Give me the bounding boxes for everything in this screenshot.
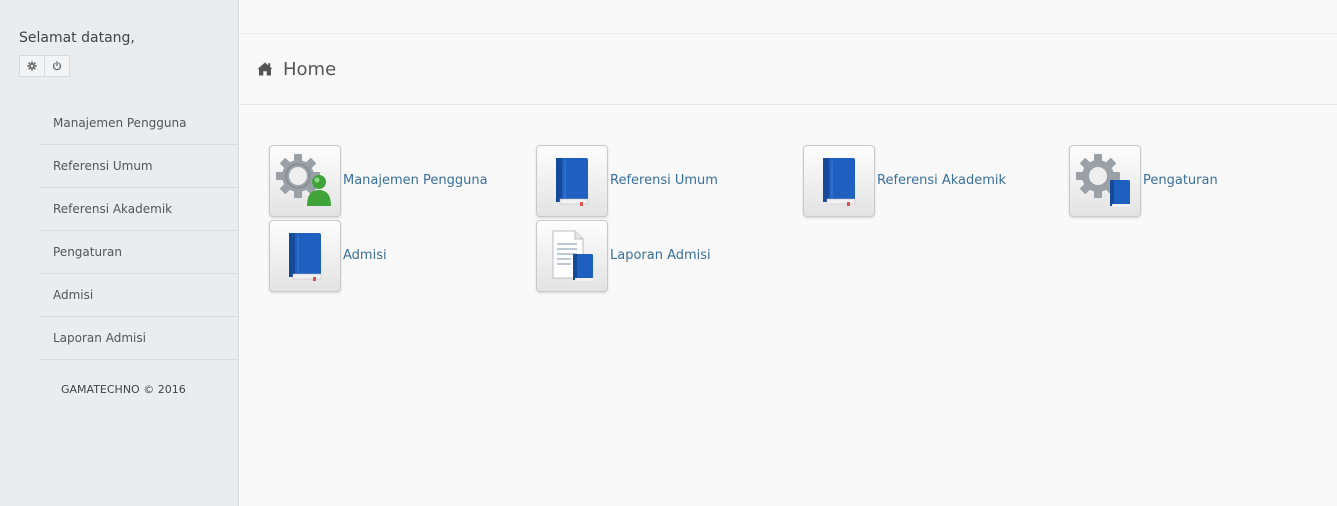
sidebar-item-referensi-akademik[interactable]: Referensi Akademik xyxy=(40,188,238,231)
tile-icon-box xyxy=(536,219,608,292)
sidebar-actions xyxy=(19,55,70,77)
gear-user-icon xyxy=(276,153,331,206)
gear-book-icon xyxy=(1076,153,1130,207)
top-bar xyxy=(239,0,1337,34)
book-icon xyxy=(823,157,856,206)
tile-referensi-umum[interactable]: Referensi Umum xyxy=(536,143,803,218)
book-icon xyxy=(289,232,322,281)
copyright-footer: GAMATECHNO © 2016 xyxy=(61,383,186,396)
tile-label[interactable]: Admisi xyxy=(343,248,387,263)
sidebar-item-admisi[interactable]: Admisi xyxy=(40,274,238,317)
tile-icon-box xyxy=(269,219,341,292)
tile-icon-box xyxy=(536,144,608,217)
home-icon xyxy=(257,62,273,76)
gear-icon xyxy=(27,61,37,71)
sidebar-item-pengaturan[interactable]: Pengaturan xyxy=(40,231,238,274)
tile-admisi[interactable]: Admisi xyxy=(269,218,536,293)
sidebar-item-referensi-umum[interactable]: Referensi Umum xyxy=(40,145,238,188)
tile-icon-box xyxy=(269,144,341,217)
tile-label[interactable]: Pengaturan xyxy=(1143,173,1218,188)
tile-label[interactable]: Laporan Admisi xyxy=(610,248,711,263)
module-tiles: Manajemen Pengguna Referensi Umum Refere… xyxy=(269,143,1329,293)
tile-label[interactable]: Referensi Umum xyxy=(610,173,718,188)
welcome-text: Selamat datang, xyxy=(19,30,135,46)
sidebar: Selamat datang, Manajemen Pengguna Refer… xyxy=(0,0,239,506)
logout-button[interactable] xyxy=(45,55,70,77)
sidebar-item-laporan-admisi[interactable]: Laporan Admisi xyxy=(40,317,238,360)
settings-button[interactable] xyxy=(19,55,45,77)
tile-manajemen-pengguna[interactable]: Manajemen Pengguna xyxy=(269,143,536,218)
sidebar-nav: Manajemen Pengguna Referensi Umum Refere… xyxy=(40,102,238,360)
tile-label[interactable]: Referensi Akademik xyxy=(877,173,1006,188)
tile-icon-box xyxy=(1069,144,1141,217)
power-icon xyxy=(52,61,62,71)
page-header: Home xyxy=(239,34,1337,105)
tile-referensi-akademik[interactable]: Referensi Akademik xyxy=(803,143,1069,218)
book-icon xyxy=(556,157,589,206)
tile-icon-box xyxy=(803,144,875,217)
sidebar-item-manajemen-pengguna[interactable]: Manajemen Pengguna xyxy=(40,102,238,145)
document-book-icon xyxy=(552,230,593,281)
tile-label[interactable]: Manajemen Pengguna xyxy=(343,173,488,188)
tile-laporan-admisi[interactable]: Laporan Admisi xyxy=(536,218,803,293)
page-title: Home xyxy=(283,58,337,80)
tile-pengaturan[interactable]: Pengaturan xyxy=(1069,143,1329,218)
